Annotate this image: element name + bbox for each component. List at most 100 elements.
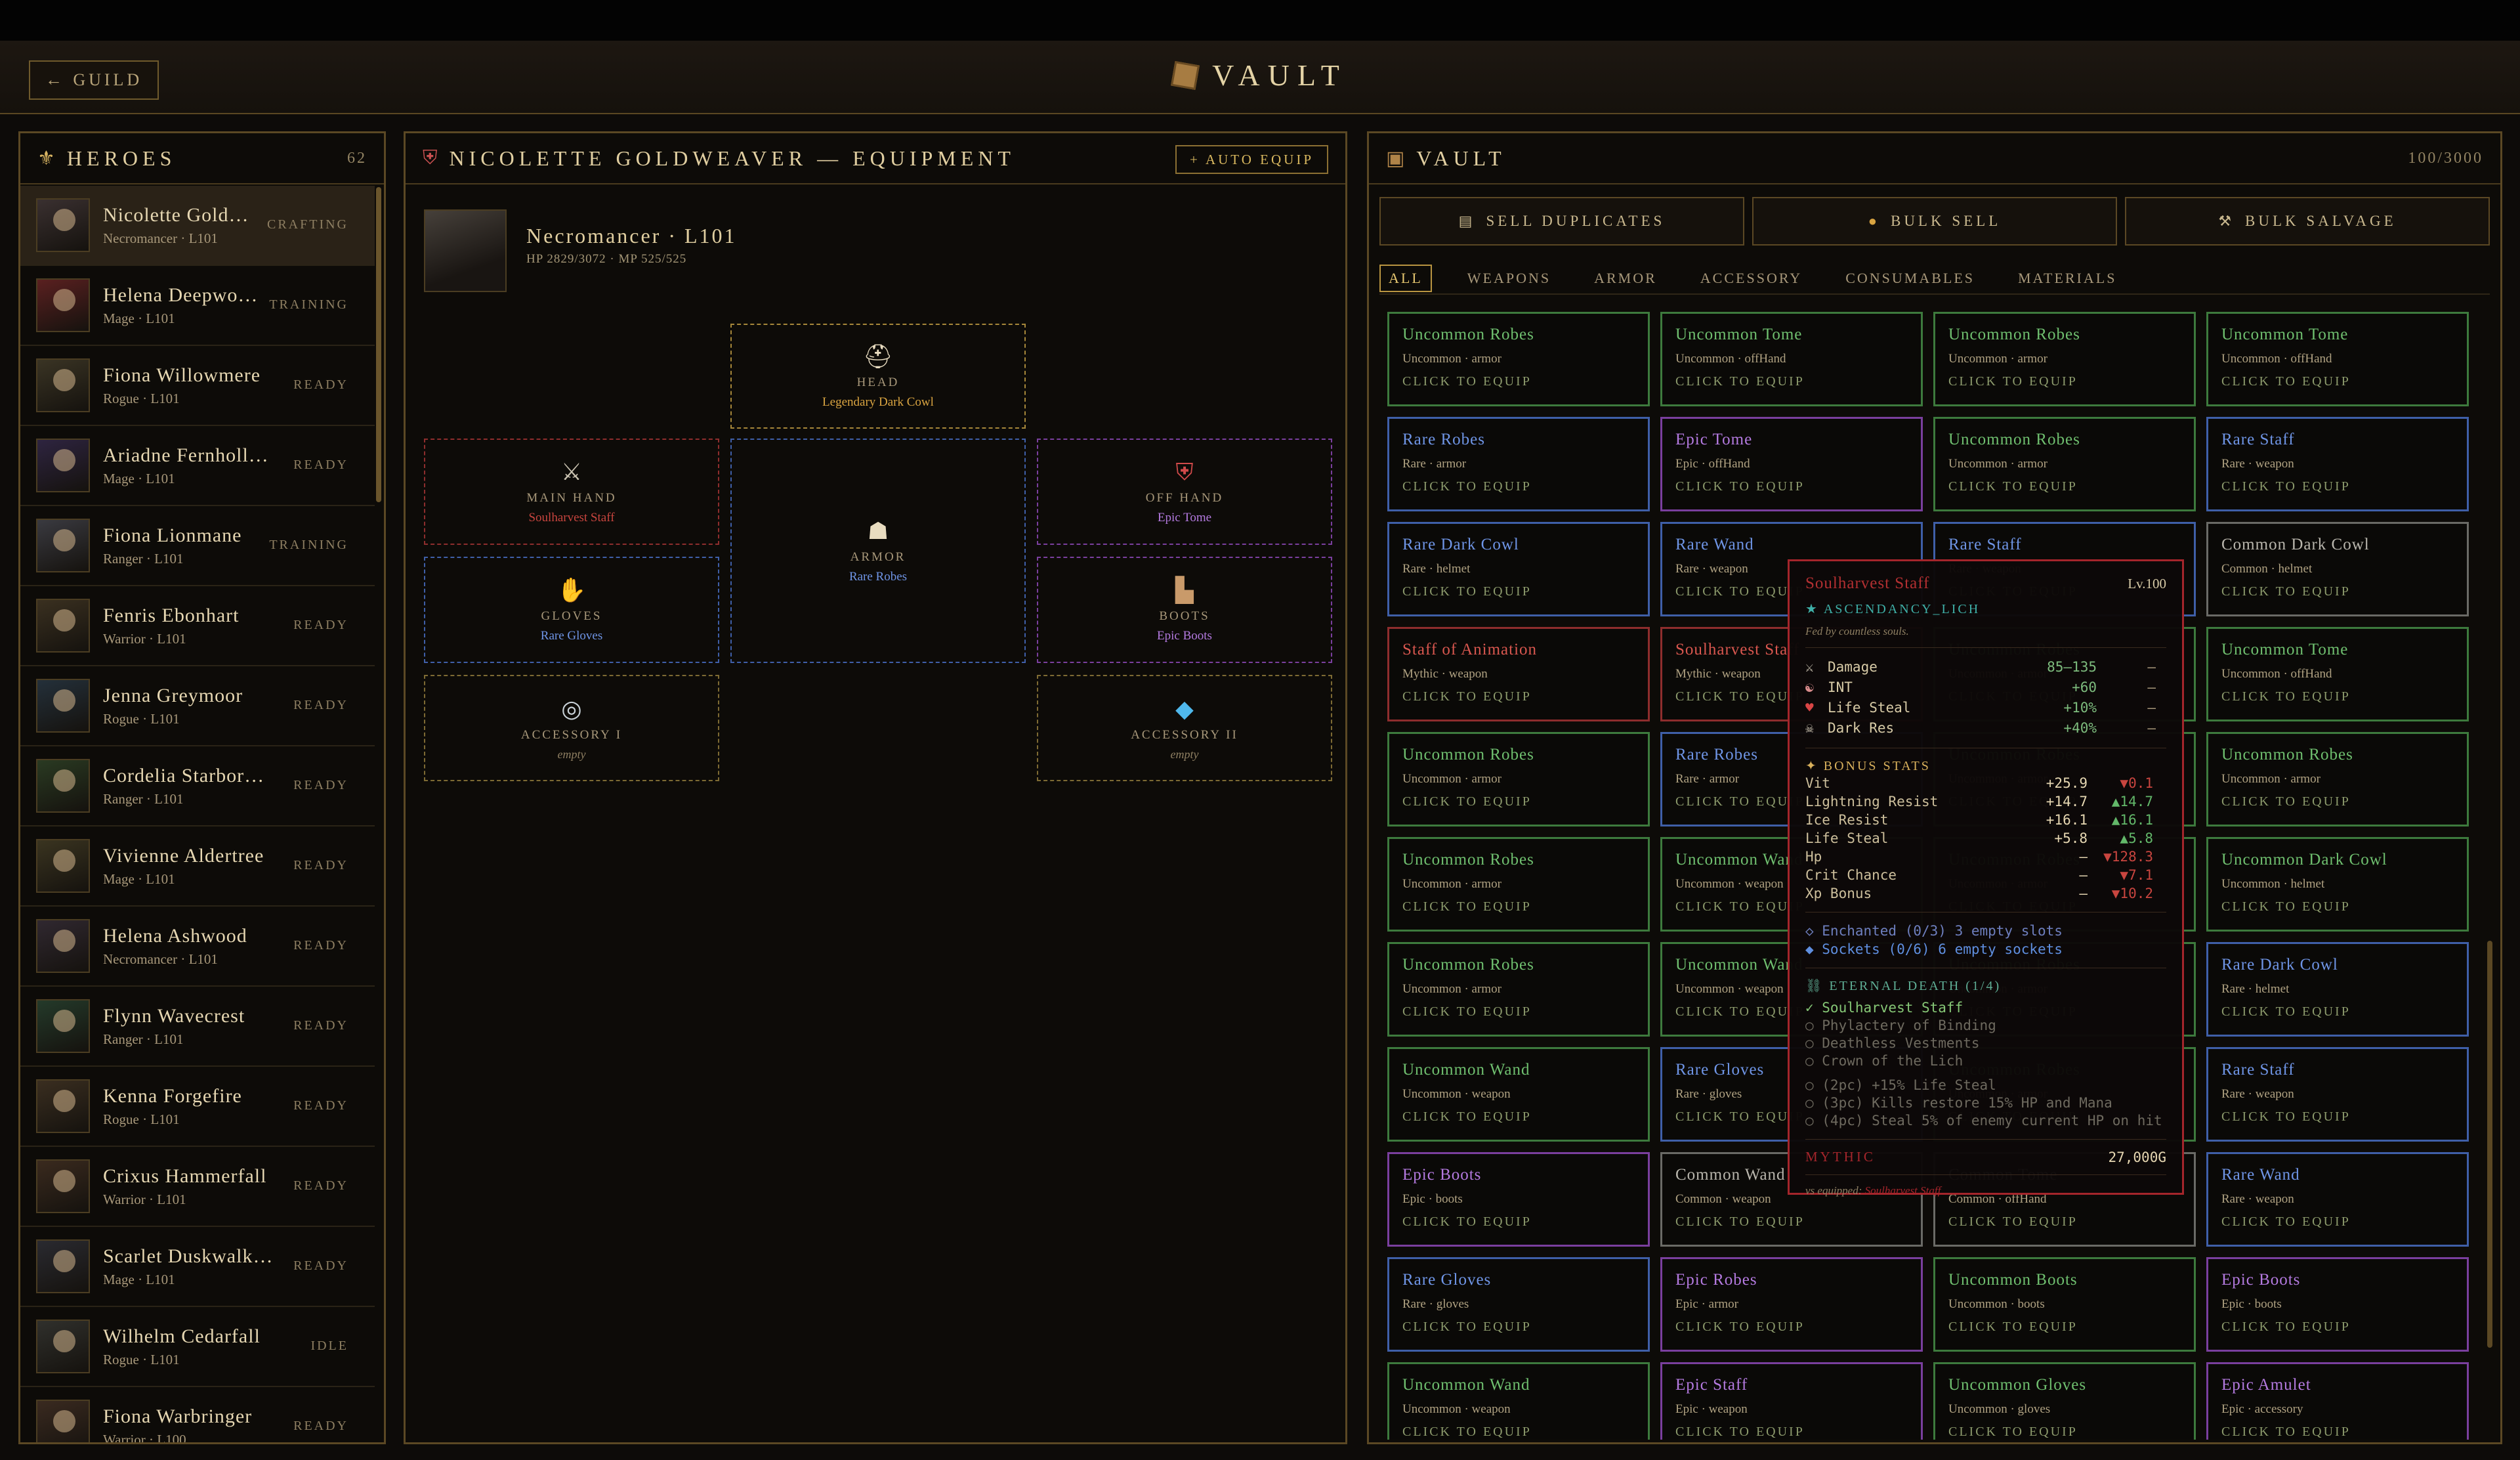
vault-item-card[interactable]: Rare Wand Rare · weapon CLICK TO EQUIP [2206, 1152, 2469, 1247]
click-to-equip[interactable]: CLICK TO EQUIP [1675, 1214, 1908, 1230]
slot-accessory-1[interactable]: ◎ ACCESSORY I empty [424, 675, 719, 781]
heroes-scrollbar[interactable] [376, 187, 381, 502]
vault-item-card[interactable]: Epic Tome Epic · offHand CLICK TO EQUIP [1660, 417, 1923, 511]
hero-row[interactable]: Flynn Wavecrest Ranger · L101 READY [20, 987, 375, 1067]
vault-item-card[interactable]: Staff of Animation Mythic · weapon CLICK T… [1387, 627, 1650, 721]
vault-item-card[interactable]: Uncommon Robes Uncommon · armor CLICK TO E… [1387, 732, 1650, 827]
click-to-equip[interactable]: CLICK TO EQUIP [1948, 374, 2181, 389]
vault-item-card[interactable]: Uncommon Robes Uncommon · armor CLICK TO E… [1933, 417, 2196, 511]
click-to-equip[interactable]: CLICK TO EQUIP [2221, 1425, 2454, 1440]
click-to-equip[interactable]: CLICK TO EQUIP [1948, 1214, 2181, 1230]
click-to-equip[interactable]: CLICK TO EQUIP [1675, 1425, 1908, 1440]
click-to-equip[interactable]: CLICK TO EQUIP [1402, 1214, 1635, 1230]
click-to-equip[interactable]: CLICK TO EQUIP [1402, 1425, 1635, 1440]
hero-row[interactable]: Crixus Hammerfall Warrior · L101 READY [20, 1147, 375, 1227]
click-to-equip[interactable]: CLICK TO EQUIP [2221, 794, 2454, 809]
tab-consumables[interactable]: CONSUMABLES [1838, 266, 1983, 291]
click-to-equip[interactable]: CLICK TO EQUIP [1948, 479, 2181, 494]
vault-item-card[interactable]: Uncommon Dark Cowl Uncommon · helmet CLICK… [2206, 837, 2469, 932]
vault-item-card[interactable]: Rare Robes Rare · armor CLICK TO EQUIP [1387, 417, 1650, 511]
hero-row[interactable]: Nicolette Gold… Necromancer · L101 CRAFTIN… [20, 186, 375, 266]
click-to-equip[interactable]: CLICK TO EQUIP [2221, 1214, 2454, 1230]
vault-item-card[interactable]: Uncommon Tome Uncommon · offHand CLICK TO … [2206, 312, 2469, 406]
bulk-sell-button[interactable]: ● BULK SELL [1752, 197, 2117, 246]
vault-item-card[interactable]: Rare Dark Cowl Rare · helmet CLICK TO EQUI… [1387, 522, 1650, 616]
vault-item-card[interactable]: Epic Boots Epic · boots CLICK TO EQUIP [1387, 1152, 1650, 1247]
auto-equip-button[interactable]: + AUTO EQUIP [1175, 145, 1328, 174]
tab-materials[interactable]: MATERIALS [2010, 266, 2124, 291]
click-to-equip[interactable]: CLICK TO EQUIP [1402, 1320, 1635, 1335]
click-to-equip[interactable]: CLICK TO EQUIP [1948, 1425, 2181, 1440]
hero-row[interactable]: Fiona Willowmere Rogue · L101 READY [20, 346, 375, 426]
click-to-equip[interactable]: CLICK TO EQUIP [1675, 479, 1908, 494]
click-to-equip[interactable]: CLICK TO EQUIP [1675, 374, 1908, 389]
slot-off-hand[interactable]: ⛨ OFF HAND Epic Tome [1037, 439, 1332, 545]
tab-weapons[interactable]: WEAPONS [1460, 266, 1559, 291]
slot-armor[interactable]: ☗ ARMOR Rare Robes [730, 439, 1026, 663]
click-to-equip[interactable]: CLICK TO EQUIP [1402, 689, 1635, 704]
click-to-equip[interactable]: CLICK TO EQUIP [1402, 1004, 1635, 1020]
hero-row[interactable]: Ariadne Fernholl… Mage · L101 READY [20, 426, 375, 506]
vault-item-card[interactable]: Uncommon Tome Uncommon · offHand CLICK TO … [2206, 627, 2469, 721]
slot-head[interactable]: ⛑ HEAD Legendary Dark Cowl [730, 324, 1026, 429]
vault-item-card[interactable]: Uncommon Robes Uncommon · armor CLICK TO E… [2206, 732, 2469, 827]
slot-accessory-2[interactable]: ◆ ACCESSORY II empty [1037, 675, 1332, 781]
click-to-equip[interactable]: CLICK TO EQUIP [1402, 374, 1635, 389]
vault-item-card[interactable]: Epic Staff Epic · weapon CLICK TO EQUIP [1660, 1362, 1923, 1440]
hero-row[interactable]: Fiona Lionmane Ranger · L101 TRAINING [20, 506, 375, 586]
click-to-equip[interactable]: CLICK TO EQUIP [1948, 1320, 2181, 1335]
click-to-equip[interactable]: CLICK TO EQUIP [1402, 794, 1635, 809]
tab-armor[interactable]: ARMOR [1586, 266, 1665, 291]
vault-item-card[interactable]: Uncommon Wand Uncommon · weapon CLICK TO E… [1387, 1362, 1650, 1440]
vault-item-card[interactable]: Uncommon Tome Uncommon · offHand CLICK TO … [1660, 312, 1923, 406]
vault-item-card[interactable]: Epic Robes Epic · armor CLICK TO EQUIP [1660, 1257, 1923, 1352]
hero-row[interactable]: Scarlet Duskwalk… Mage · L101 READY [20, 1227, 375, 1307]
vault-item-card[interactable]: Uncommon Robes Uncommon · armor CLICK TO E… [1387, 942, 1650, 1037]
hero-row[interactable]: Fiona Warbringer Warrior · L100 READY [20, 1387, 375, 1442]
vault-item-card[interactable]: Epic Boots Epic · boots CLICK TO EQUIP [2206, 1257, 2469, 1352]
vault-item-card[interactable]: Common Dark Cowl Common · helmet CLICK TO … [2206, 522, 2469, 616]
click-to-equip[interactable]: CLICK TO EQUIP [2221, 1004, 2454, 1020]
item-type: Rare · helmet [1402, 562, 1471, 576]
click-to-equip[interactable]: CLICK TO EQUIP [1402, 584, 1635, 599]
vault-item-card[interactable]: Uncommon Gloves Uncommon · gloves CLICK TO… [1933, 1362, 2196, 1440]
hero-row[interactable]: Fenris Ebonhart Warrior · L101 READY [20, 586, 375, 666]
vault-item-card[interactable]: Uncommon Wand Uncommon · weapon CLICK TO E… [1387, 1047, 1650, 1142]
click-to-equip[interactable]: CLICK TO EQUIP [1402, 1109, 1635, 1125]
hero-row[interactable]: Helena Deepwo… Mage · L101 TRAINING [20, 266, 375, 346]
click-to-equip[interactable]: CLICK TO EQUIP [2221, 584, 2454, 599]
click-to-equip[interactable]: CLICK TO EQUIP [2221, 479, 2454, 494]
slot-main-hand[interactable]: ⚔ MAIN HAND Soulharvest Staff [424, 439, 719, 545]
click-to-equip[interactable]: CLICK TO EQUIP [2221, 1320, 2454, 1335]
slot-boots[interactable]: ▙ BOOTS Epic Boots [1037, 557, 1332, 663]
vault-item-card[interactable]: Rare Staff Rare · weapon CLICK TO EQUIP [2206, 1047, 2469, 1142]
click-to-equip[interactable]: CLICK TO EQUIP [1402, 479, 1635, 494]
vault-item-card[interactable]: Epic Amulet Epic · accessory CLICK TO EQUI… [2206, 1362, 2469, 1440]
tab-all[interactable]: ALL [1379, 265, 1432, 292]
vault-item-card[interactable]: Uncommon Robes Uncommon · armor CLICK TO E… [1387, 837, 1650, 932]
tab-accessory[interactable]: ACCESSORY [1692, 266, 1810, 291]
click-to-equip[interactable]: CLICK TO EQUIP [1675, 1320, 1908, 1335]
hero-row[interactable]: Cordelia Starbor… Ranger · L101 READY [20, 746, 375, 827]
bulk-salvage-button[interactable]: ⚒ BULK SALVAGE [2125, 197, 2490, 246]
click-to-equip[interactable]: CLICK TO EQUIP [2221, 689, 2454, 704]
vault-item-card[interactable]: Rare Staff Rare · weapon CLICK TO EQUIP [2206, 417, 2469, 511]
vault-item-card[interactable]: Uncommon Robes Uncommon · armor CLICK TO E… [1933, 312, 2196, 406]
hero-row[interactable]: Vivienne Aldertree Mage · L101 READY [20, 827, 375, 907]
hero-row[interactable]: Kenna Forgefire Rogue · L101 READY [20, 1067, 375, 1147]
hero-row[interactable]: Helena Ashwood Necromancer · L101 READY [20, 907, 375, 987]
vault-scrollbar[interactable] [2487, 941, 2492, 1348]
set-piece: ○ Deathless Vestments [1805, 1035, 1980, 1051]
hero-row[interactable]: Jenna Greymoor Rogue · L101 READY [20, 666, 375, 746]
click-to-equip[interactable]: CLICK TO EQUIP [1402, 899, 1635, 914]
vault-item-card[interactable]: Uncommon Robes Uncommon · armor CLICK TO E… [1387, 312, 1650, 406]
click-to-equip[interactable]: CLICK TO EQUIP [2221, 899, 2454, 914]
hero-row[interactable]: Wilhelm Cedarfall Rogue · L101 IDLE [20, 1307, 375, 1387]
vault-item-card[interactable]: Uncommon Boots Uncommon · boots CLICK TO E… [1933, 1257, 2196, 1352]
vault-item-card[interactable]: Rare Gloves Rare · gloves CLICK TO EQUIP [1387, 1257, 1650, 1352]
vault-item-card[interactable]: Rare Dark Cowl Rare · helmet CLICK TO EQUI… [2206, 942, 2469, 1037]
sell-duplicates-button[interactable]: ▤ SELL DUPLICATES [1379, 197, 1744, 246]
click-to-equip[interactable]: CLICK TO EQUIP [2221, 374, 2454, 389]
slot-gloves[interactable]: ✋ GLOVES Rare Gloves [424, 557, 719, 663]
click-to-equip[interactable]: CLICK TO EQUIP [2221, 1109, 2454, 1125]
